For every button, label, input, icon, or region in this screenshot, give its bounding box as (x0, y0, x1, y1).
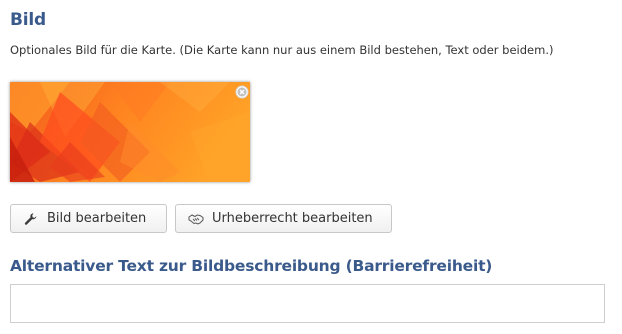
alt-text-title: Alternativer Text zur Bildbeschreibung (… (10, 257, 493, 275)
image-card-editor: Bild Optionales Bild für die Karte. (Die… (0, 0, 622, 334)
section-title: Bild (10, 10, 46, 30)
abstract-orange-image (10, 82, 250, 182)
section-description: Optionales Bild für die Karte. (Die Kart… (10, 43, 554, 57)
image-preview[interactable] (10, 82, 250, 182)
edit-copyright-button[interactable]: Urheberrecht bearbeiten (175, 204, 392, 233)
alt-text-input[interactable] (10, 284, 605, 323)
edit-image-label: Bild bearbeiten (47, 211, 147, 226)
remove-circle-icon[interactable] (235, 84, 249, 99)
wrench-icon (23, 211, 39, 227)
edit-copyright-label: Urheberrecht bearbeiten (212, 211, 373, 226)
handshake-icon (188, 211, 204, 227)
edit-image-button[interactable]: Bild bearbeiten (10, 204, 167, 233)
